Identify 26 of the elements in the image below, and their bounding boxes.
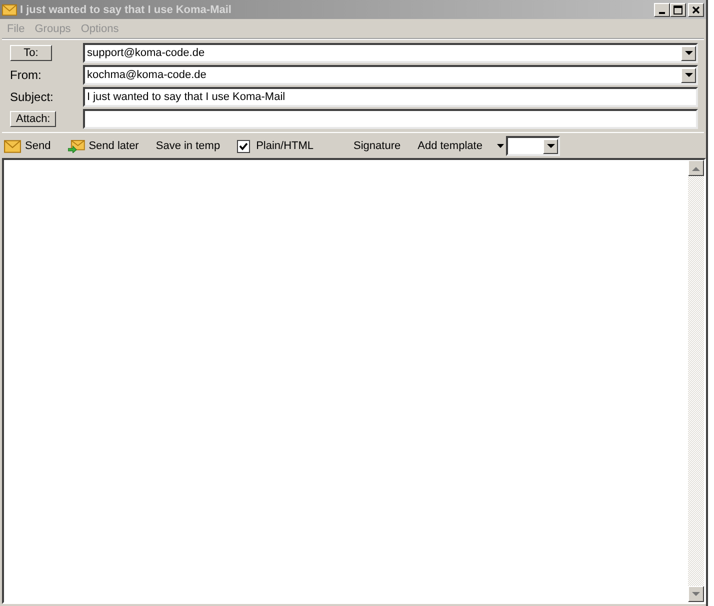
plain-html-checkbox[interactable]: Plain/HTML (237, 140, 314, 152)
field-label-button[interactable]: Attach: (10, 111, 56, 127)
maximize-button[interactable] (670, 2, 686, 16)
maximize-icon (673, 4, 683, 14)
close-icon (691, 4, 701, 14)
toolbar-button[interactable]: Send (4, 140, 51, 152)
minimize-button[interactable] (654, 2, 670, 16)
envelope-icon (4, 140, 21, 152)
field-label-button[interactable]: To: (10, 45, 52, 61)
close-button[interactable] (688, 2, 704, 16)
toolbar-button[interactable]: Save in temp (156, 140, 220, 152)
field-label: Subject: (9, 90, 54, 104)
envelope-icon (2, 4, 17, 16)
checkmark-icon (239, 142, 248, 150)
combo-field[interactable]: kochma@koma-code.de (83, 65, 698, 85)
template-combo[interactable] (506, 136, 560, 156)
toolbar-button[interactable]: Send later (68, 140, 139, 152)
minimize-icon (659, 12, 665, 14)
toolbar-button[interactable]: Signature (354, 140, 401, 152)
window-title: I just wanted to say that I use Koma-Mail (20, 4, 232, 16)
toolbar-button[interactable]: Add template (418, 140, 482, 152)
field-label: From: (9, 68, 42, 82)
combo-field[interactable]: support@koma-code.de (83, 43, 698, 63)
caret-icon[interactable] (497, 144, 504, 148)
input-field[interactable]: I just wanted to say that I use Koma-Mail (83, 87, 698, 107)
input-field[interactable] (83, 109, 698, 129)
